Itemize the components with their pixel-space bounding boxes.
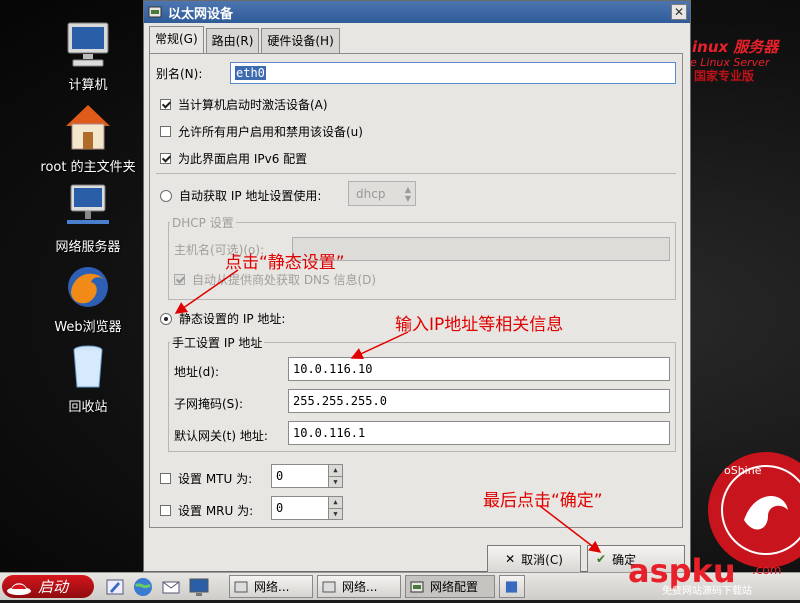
taskbar-workspace-switcher[interactable] <box>499 575 525 598</box>
annotation-arrows <box>174 269 602 553</box>
svg-text:免费网站源码下载站: 免费网站源码下载站 <box>662 584 752 597</box>
start-button[interactable]: 启动 <box>2 575 94 598</box>
taskbar-window-network-1[interactable]: 网络... <box>229 575 313 598</box>
launcher-globe-icon[interactable] <box>132 576 154 598</box>
redhat-icon <box>7 582 31 595</box>
taskbar-window-network-2[interactable]: 网络... <box>317 575 401 598</box>
network-config-icon <box>410 581 424 592</box>
svg-text:aspku: aspku <box>628 552 736 590</box>
launcher-mail-icon[interactable] <box>160 576 182 598</box>
start-label: 启动 <box>38 578 69 596</box>
launcher-edit-icon[interactable] <box>104 576 126 598</box>
launcher-screen-icon[interactable] <box>188 576 210 598</box>
arrow-to-ok <box>539 505 602 553</box>
taskbar-window-label: 网络配置 <box>430 580 479 594</box>
window-icon <box>322 581 336 592</box>
taskbar-window-label: 网络... <box>254 580 290 594</box>
arrow-to-static <box>174 269 239 314</box>
taskbar-window-network-config[interactable]: 网络配置 <box>405 575 495 598</box>
svg-text:.com: .com <box>752 563 781 577</box>
aspku-watermark-logo: aspku .com 免费网站源码下载站 <box>600 550 800 600</box>
workspace-icon <box>505 580 518 593</box>
window-icon <box>234 581 248 592</box>
taskbar-window-label: 网络... <box>342 580 378 594</box>
arrow-to-address <box>350 331 409 360</box>
desktop: 计算机 root 的主文件夹 网络服务器 Web浏览器 回收站 inux 服务器… <box>0 0 800 572</box>
